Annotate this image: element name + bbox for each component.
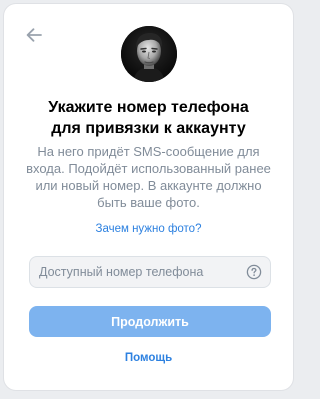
why-photo-link[interactable]: Зачем нужно фото? [4, 223, 293, 235]
phone-link-card: Укажите номер телефона для привязки к ак… [4, 4, 293, 390]
back-button[interactable] [22, 23, 46, 47]
phone-input[interactable] [30, 257, 246, 287]
question-circle-icon [246, 264, 262, 280]
continue-button[interactable]: Продолжить [29, 306, 271, 337]
title-line-1: Укажите номер телефона [48, 99, 249, 116]
avatar [121, 26, 177, 82]
title-line-2: для привязки к аккаунту [51, 120, 246, 137]
phone-field [29, 256, 271, 288]
user-photo [121, 26, 177, 82]
description-text: На него придёт SMS-сообщение для входа. … [26, 144, 271, 210]
arrow-left-icon [26, 28, 42, 42]
help-link[interactable]: Помощь [4, 352, 293, 364]
page-title: Укажите номер телефона для привязки к ак… [4, 97, 293, 139]
phone-help-button[interactable] [246, 264, 262, 280]
